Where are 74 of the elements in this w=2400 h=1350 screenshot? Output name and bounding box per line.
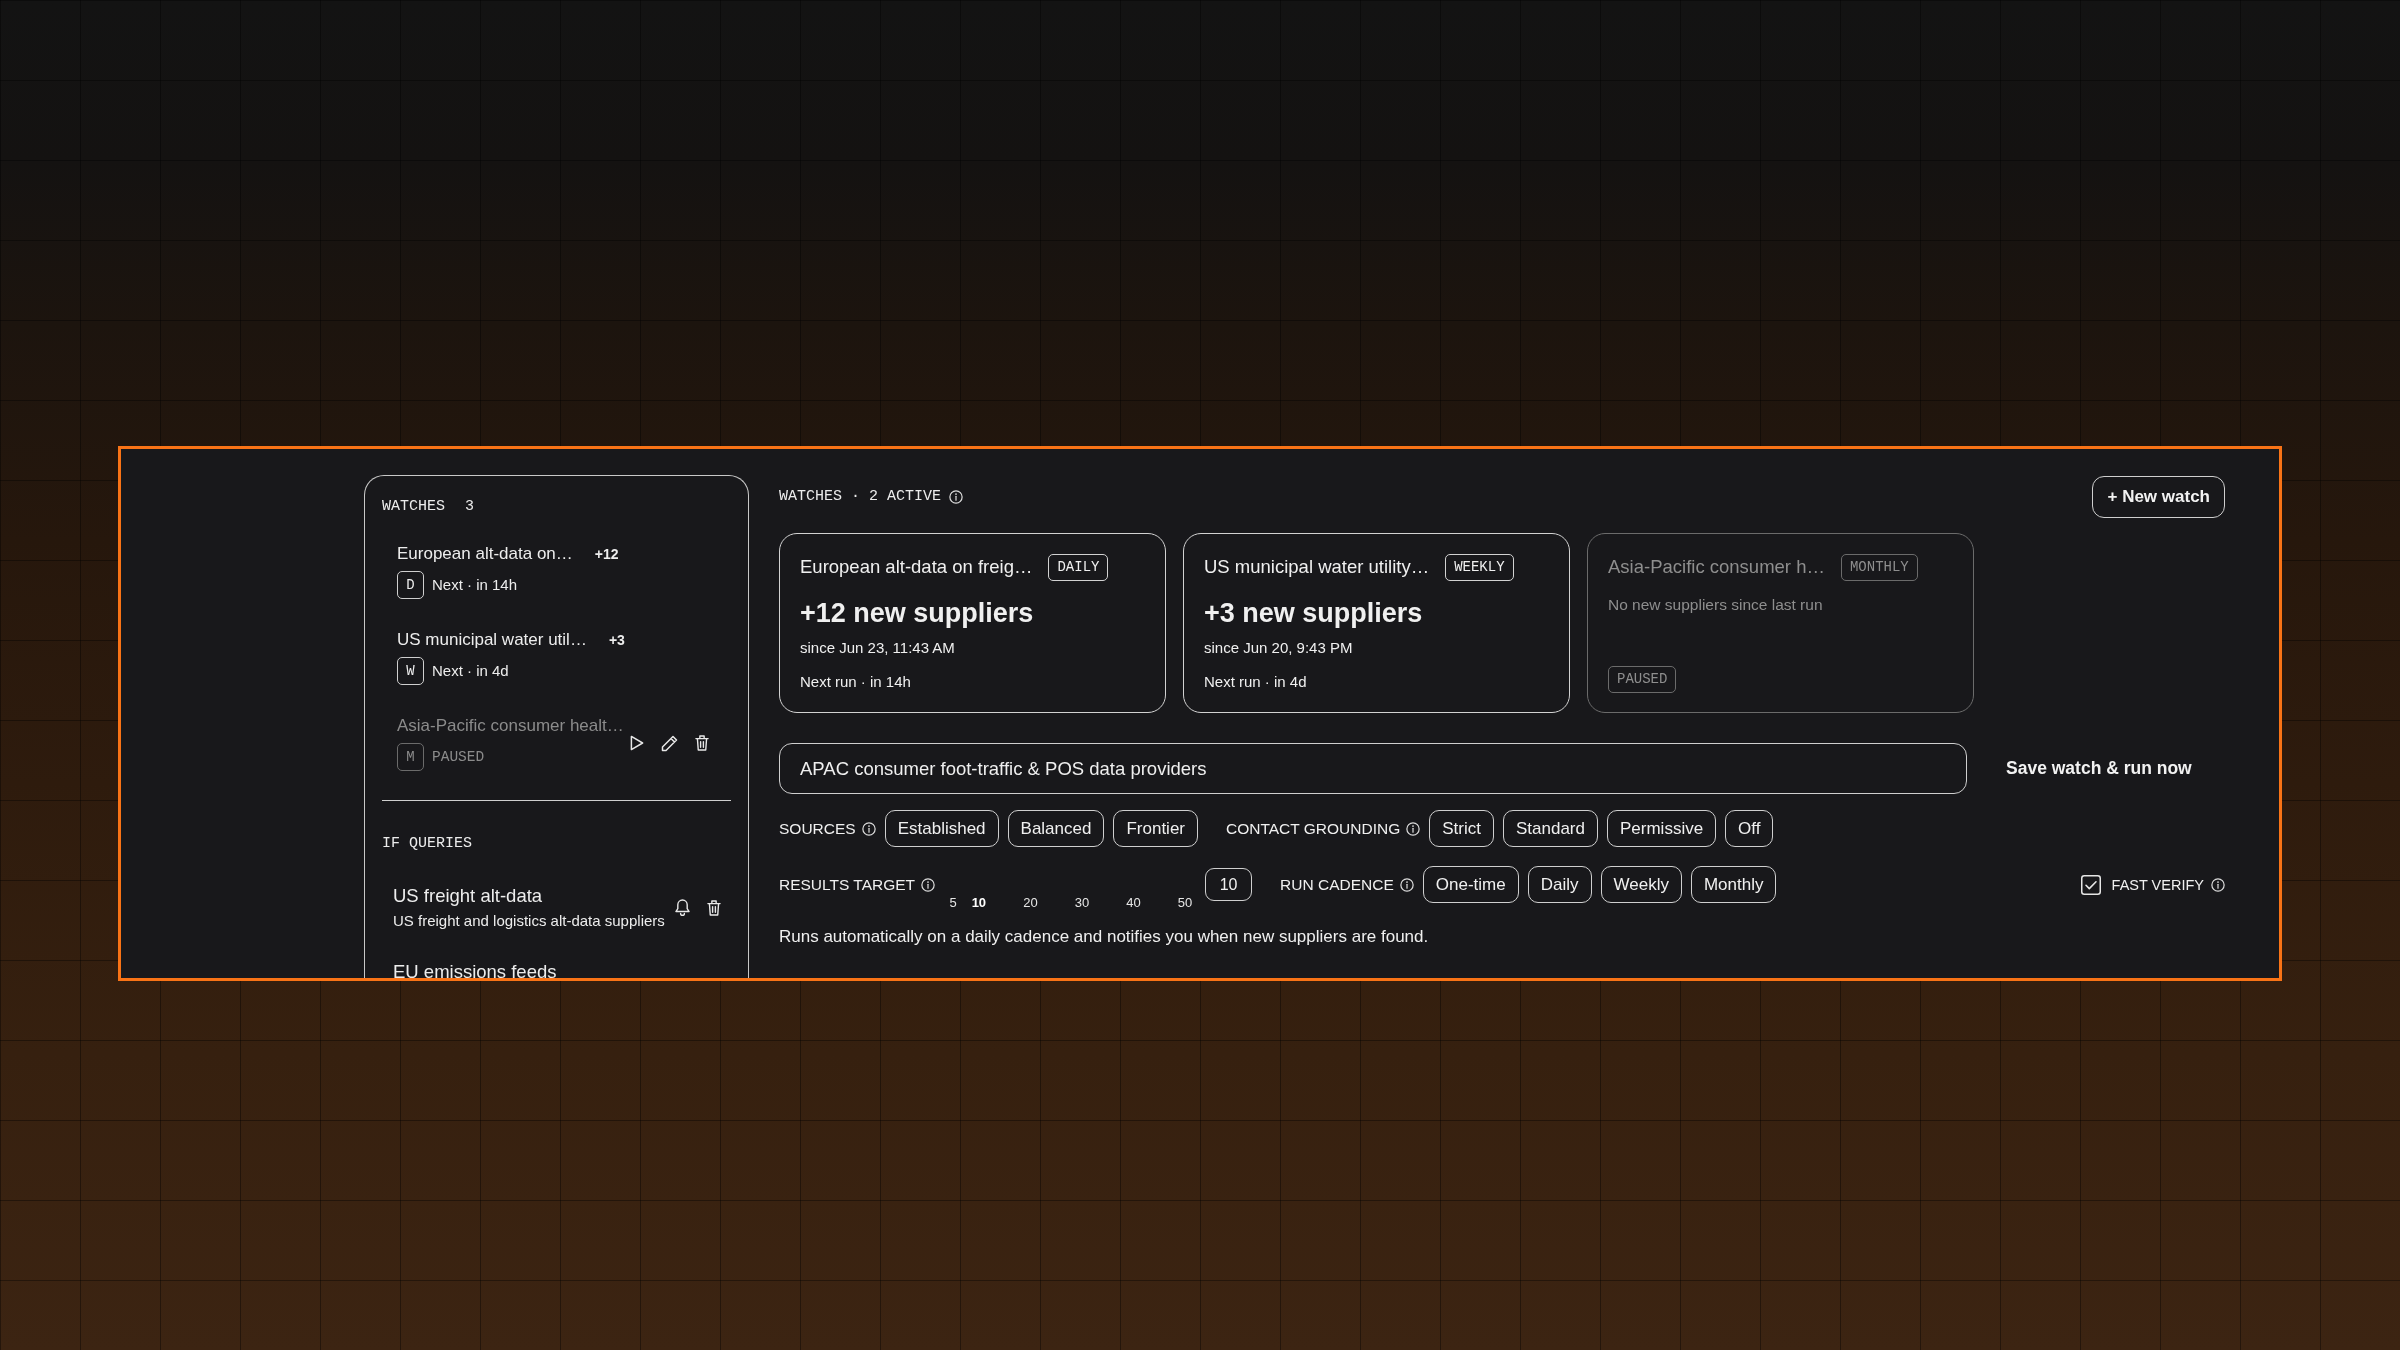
option-chip[interactable]: Permissive bbox=[1607, 810, 1717, 847]
watch-card[interactable]: European alt-data on freig… DAILY +12 new suppliers since Jun 23, 11:43 AM Next run · in 14h bbox=[779, 533, 1166, 713]
cadence-badge: DAILY bbox=[1048, 553, 1109, 581]
field-label: SOURCES bbox=[779, 818, 856, 839]
next-run-text: Next · in 14h bbox=[432, 575, 518, 595]
cadence-badge: WEEKLY bbox=[1445, 553, 1514, 581]
play-icon[interactable] bbox=[630, 735, 644, 751]
tick-label: 50 bbox=[1177, 896, 1193, 910]
trash-icon[interactable] bbox=[695, 735, 709, 751]
description-text: Runs automatically on a daily cadence and notifies you when new suppliers are found. bbox=[779, 926, 1430, 948]
option-chip[interactable]: Standard bbox=[1503, 810, 1598, 847]
info-icon bbox=[861, 821, 876, 836]
since-text: since Jun 20, 9:43 PM bbox=[1204, 637, 1354, 658]
section-heading: WATCHES · 2 ACTIVE bbox=[779, 488, 942, 506]
option-chip[interactable]: Established bbox=[884, 810, 999, 847]
status-badge: PAUSED bbox=[1608, 665, 1677, 693]
option-chip[interactable]: Off bbox=[1725, 810, 1774, 847]
next-run-text: Next run · in 4d bbox=[1204, 671, 1308, 692]
card-title: US municipal water utility… bbox=[1204, 555, 1430, 579]
tick-label: 20 bbox=[1023, 896, 1038, 910]
new-watch-button[interactable]: + New watch bbox=[2092, 476, 2225, 518]
section-heading: IF QUERIES bbox=[382, 835, 472, 853]
cadence-badge: M bbox=[397, 743, 424, 771]
bell-icon[interactable] bbox=[674, 899, 690, 916]
section-heading: WATCHES bbox=[382, 498, 445, 516]
status-label: PAUSED bbox=[432, 748, 485, 767]
query-description: US freight and logistics alt-data suppliers bbox=[393, 911, 665, 931]
new-count: +12 bbox=[594, 546, 619, 562]
cadence-badge: MONTHLY bbox=[1840, 553, 1918, 581]
option-chip[interactable]: Strict bbox=[1429, 810, 1494, 847]
watch-title[interactable]: European alt-data on… bbox=[397, 543, 573, 565]
number-field[interactable]: 10 bbox=[1205, 868, 1253, 901]
option-chip[interactable]: One-time bbox=[1422, 866, 1519, 903]
save-button[interactable]: Save watch & run now bbox=[1994, 748, 2204, 789]
option-chip[interactable]: Daily bbox=[1527, 866, 1592, 903]
option-chip[interactable]: Monthly bbox=[1690, 866, 1777, 903]
watch-title[interactable]: US municipal water util… bbox=[397, 629, 587, 651]
watch-count: 3 bbox=[465, 498, 475, 516]
option-chip[interactable]: Weekly bbox=[1600, 866, 1682, 903]
next-run-text: Next run · in 14h bbox=[800, 671, 912, 692]
info-icon bbox=[949, 490, 964, 504]
watch-card[interactable]: US municipal water utility… WEEKLY +3 new suppliers since Jun 20, 9:43 PM Next run · in 4d bbox=[1183, 533, 1570, 713]
field-label: RUN CADENCE bbox=[1280, 874, 1394, 895]
pencil-icon[interactable] bbox=[661, 734, 678, 752]
trash-icon[interactable] bbox=[706, 899, 721, 916]
watch-card[interactable]: Asia-Pacific consumer h… MONTHLY No new suppliers since last run PAUSED bbox=[1587, 533, 1974, 713]
field-label: RESULTS TARGET bbox=[779, 874, 916, 895]
cadence-badge: D bbox=[397, 571, 424, 599]
checkbox-label: FAST VERIFY bbox=[2111, 875, 2204, 895]
cadence-badge: W bbox=[397, 657, 424, 685]
info-icon bbox=[921, 877, 936, 892]
query-title[interactable]: US freight alt-data bbox=[393, 884, 665, 908]
option-chip[interactable]: Balanced bbox=[1007, 810, 1105, 847]
next-run-text: Next · in 4d bbox=[432, 661, 509, 681]
info-icon bbox=[2211, 877, 2225, 892]
card-title: European alt-data on freig… bbox=[800, 555, 1033, 579]
checkbox[interactable] bbox=[2080, 874, 2101, 895]
query-title[interactable]: EU emissions feeds bbox=[393, 960, 557, 978]
headline-text: +3 new suppliers bbox=[1204, 596, 1424, 630]
tick-label: 30 bbox=[1074, 896, 1090, 910]
option-chip[interactable]: Frontier bbox=[1113, 810, 1198, 847]
card-title: Asia-Pacific consumer h… bbox=[1608, 555, 1825, 579]
field-label: CONTACT GROUNDING bbox=[1226, 818, 1401, 839]
headline-text: +12 new suppliers bbox=[800, 596, 1035, 630]
tick-label: 5 bbox=[949, 896, 957, 910]
tick-label: 40 bbox=[1126, 896, 1141, 910]
tick-label: 10 bbox=[971, 896, 987, 910]
note-text: No new suppliers since last run bbox=[1608, 594, 1824, 615]
info-icon bbox=[1406, 821, 1421, 836]
query-field[interactable]: APAC consumer foot-traffic & POS data providers bbox=[779, 743, 1967, 794]
info-icon bbox=[1399, 877, 1414, 892]
watch-title[interactable]: Asia-Pacific consumer healt… bbox=[397, 715, 624, 737]
new-count: +3 bbox=[608, 632, 625, 648]
since-text: since Jun 23, 11:43 AM bbox=[800, 637, 956, 658]
